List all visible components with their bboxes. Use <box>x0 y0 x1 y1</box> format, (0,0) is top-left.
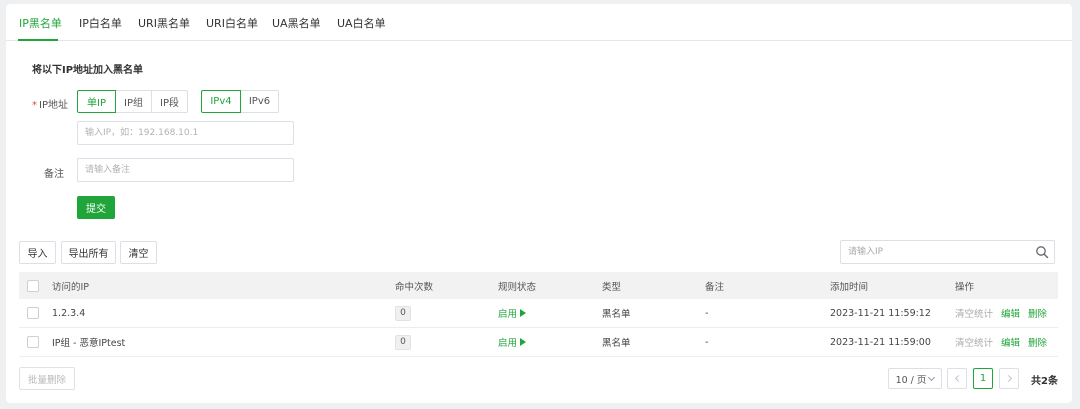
ip-input[interactable] <box>77 121 294 145</box>
status-toggle[interactable]: 启用 <box>498 306 527 320</box>
chevron-left-icon <box>954 374 962 383</box>
submit-button[interactable]: 提交 <box>77 196 115 219</box>
remark-label: 备注 <box>44 169 64 180</box>
active-tab-indicator <box>18 39 58 41</box>
status-label: 启用 <box>498 338 518 349</box>
tab-ua-whitelist[interactable]: UA白名单 <box>337 15 386 31</box>
row-remark: - <box>705 336 709 348</box>
clear-stats-link[interactable]: 清空统计 <box>955 306 993 320</box>
page-size-select[interactable]: 10 / 页 <box>888 368 942 389</box>
select-all-checkbox[interactable] <box>27 279 39 292</box>
chevron-right-icon <box>1004 374 1012 383</box>
tab-ip-blacklist[interactable]: IP黑名单 <box>19 15 62 31</box>
col-added-time: 添加时间 <box>830 281 869 293</box>
ip-label-text: IP地址 <box>39 100 68 111</box>
search-icon[interactable] <box>1035 245 1049 259</box>
row-ip: 1.2.3.4 <box>52 307 86 319</box>
export-all-button[interactable]: 导出所有 <box>61 241 116 264</box>
clear-stats-link[interactable]: 清空统计 <box>955 335 993 349</box>
delete-link[interactable]: 删除 <box>1028 335 1047 349</box>
delete-link[interactable]: 删除 <box>1028 306 1047 320</box>
play-icon <box>520 309 527 317</box>
search-input[interactable] <box>841 241 1031 263</box>
ip-type-group[interactable]: IP组 <box>115 90 152 113</box>
page-size-label: 10 / 页 <box>895 374 927 386</box>
required-mark: * <box>32 100 37 111</box>
play-icon <box>520 338 527 346</box>
edit-link[interactable]: 编辑 <box>1001 306 1020 320</box>
bulk-delete-button[interactable]: 批量删除 <box>19 367 75 390</box>
main-panel: IP黑名单 IP白名单 URI黑名单 URI白名单 UA黑名单 UA白名单 将以… <box>6 4 1072 403</box>
ip-version-selector: IPv4 IPv6 <box>201 90 279 113</box>
edit-link[interactable]: 编辑 <box>1001 335 1020 349</box>
row-ip: IP组 - 恶意IPtest <box>52 338 126 349</box>
status-toggle[interactable]: 启用 <box>498 335 527 349</box>
col-actions: 操作 <box>955 281 975 293</box>
row-checkbox[interactable] <box>27 336 39 348</box>
col-rule-status: 规则状态 <box>498 281 537 293</box>
status-label: 启用 <box>498 309 518 320</box>
col-type: 类型 <box>602 281 622 293</box>
tab-ip-whitelist[interactable]: IP白名单 <box>79 15 122 31</box>
prev-page-button[interactable] <box>947 368 967 389</box>
tab-uri-blacklist[interactable]: URI黑名单 <box>138 15 190 31</box>
row-type: 黑名单 <box>602 309 631 320</box>
tab-ua-blacklist[interactable]: UA黑名单 <box>272 15 321 31</box>
tab-bar: IP黑名单 IP白名单 URI黑名单 URI白名单 UA黑名单 UA白名单 <box>6 4 1072 41</box>
table-header: 访问的IP 命中次数 规则状态 类型 备注 添加时间 操作 <box>19 272 1058 299</box>
col-visited-ip: 访问的IP <box>52 281 90 293</box>
table-row: IP组 - 恶意IPtest 0 启用 黑名单 - 2023-11-21 11:… <box>19 328 1058 357</box>
clear-button[interactable]: 清空 <box>120 241 157 264</box>
col-remark: 备注 <box>705 281 725 293</box>
hit-count-badge: 0 <box>395 305 411 321</box>
ip-type-range[interactable]: IP段 <box>151 90 188 113</box>
row-added-time: 2023-11-21 11:59:12 <box>830 307 931 319</box>
section-title: 将以下IP地址加入黑名单 <box>32 65 144 76</box>
ip-version-v6[interactable]: IPv6 <box>240 90 279 113</box>
ip-type-selector: 单IP IP组 IP段 <box>77 90 188 113</box>
ip-address-label: * IP地址 <box>32 96 68 111</box>
page-number-1[interactable]: 1 <box>973 368 993 389</box>
row-remark: - <box>705 307 709 319</box>
row-type: 黑名单 <box>602 338 631 349</box>
tab-uri-whitelist[interactable]: URI白名单 <box>206 15 258 31</box>
table-row: 1.2.3.4 0 启用 黑名单 - 2023-11-21 11:59:12 清… <box>19 299 1058 328</box>
hit-count-badge: 0 <box>395 334 411 350</box>
row-checkbox[interactable] <box>27 307 39 319</box>
ip-type-single[interactable]: 单IP <box>77 90 116 113</box>
import-button[interactable]: 导入 <box>19 241 56 264</box>
search-box <box>840 240 1055 264</box>
ip-version-v4[interactable]: IPv4 <box>201 90 241 113</box>
remark-input[interactable] <box>77 158 294 182</box>
chevron-down-icon <box>928 373 936 381</box>
row-added-time: 2023-11-21 11:59:00 <box>830 336 931 348</box>
col-hit-count: 命中次数 <box>395 281 434 293</box>
total-count: 共2条 <box>1031 376 1058 387</box>
next-page-button[interactable] <box>999 368 1019 389</box>
